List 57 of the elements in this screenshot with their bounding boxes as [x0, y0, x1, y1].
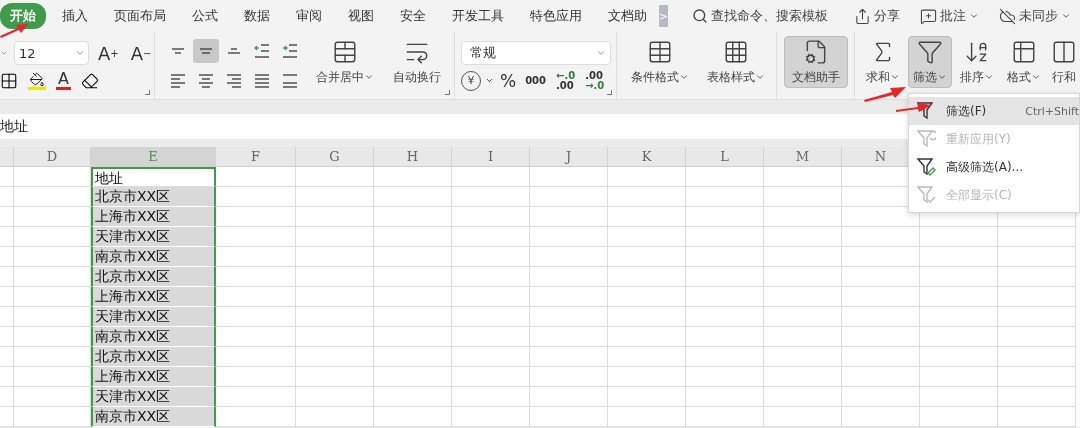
table-cell[interactable]: 北京市XX区 [91, 187, 216, 207]
ribbon-tab[interactable]: 审阅 [286, 3, 332, 29]
decrease-decimal-button[interactable]: .00 →.0 [582, 70, 608, 91]
sort-button[interactable]: 排序 [955, 36, 999, 88]
merge-button[interactable]: 合并居中 [313, 36, 377, 88]
table-cell[interactable]: 上海市XX区 [91, 207, 216, 227]
ribbon-tab[interactable]: 页面布局 [104, 3, 176, 29]
table-cell[interactable]: 天津市XX区 [91, 307, 216, 327]
format-button[interactable]: 格式 [1002, 36, 1046, 88]
formula-bar-value: 地址 [0, 117, 28, 136]
number-format-dropdown[interactable]: 常规 [461, 40, 611, 65]
ribbon-tab[interactable]: 视图 [338, 3, 384, 29]
table-cell[interactable]: 南京市XX区 [91, 247, 216, 267]
column-header[interactable]: F [216, 147, 296, 166]
table-style-button[interactable]: 表格样式 [701, 36, 771, 88]
table-cell[interactable]: 北京市XX区 [91, 267, 216, 287]
grow-font-button[interactable]: A$^{+}$ [95, 41, 122, 65]
table-cell[interactable]: 上海市XX区 [91, 367, 216, 387]
ribbon-tab[interactable]: 数据 [234, 3, 280, 29]
wrap-button[interactable]: 自动换行 [385, 36, 449, 88]
filter-button[interactable]: 筛选 [908, 36, 952, 88]
thousands-button[interactable]: 000 [522, 75, 550, 86]
conditional-button[interactable]: 条件格式 [625, 36, 695, 88]
command-search[interactable]: 查找命令、搜索模板 [692, 7, 829, 25]
column-header[interactable]: L [686, 147, 764, 166]
font-color-button[interactable]: A [56, 71, 71, 90]
column-header[interactable]: I [452, 147, 530, 166]
table-cell[interactable]: 南京市XX区 [91, 407, 216, 427]
rows-cols-button[interactable]: 行和 [1049, 36, 1079, 88]
ribbon-tab[interactable]: 安全 [390, 3, 436, 29]
table-cell[interactable]: 北京市XX区 [91, 347, 216, 367]
ribbon-tab[interactable]: 公式 [182, 3, 228, 29]
column-header[interactable]: G [296, 147, 374, 166]
table-cell[interactable]: 天津市XX区 [91, 227, 216, 247]
ribbon-tab[interactable]: 文档助 [598, 3, 657, 29]
table-cell[interactable]: 地址 [91, 167, 216, 187]
ribbon-tab[interactable]: 开始 [0, 3, 46, 29]
assistant-button[interactable]: 文档助手 [783, 36, 848, 88]
increase-decimal-button[interactable]: ←.0 .00 [553, 70, 579, 91]
column-header[interactable]: K [608, 147, 686, 166]
column-header[interactable]: H [374, 147, 452, 166]
menu-item[interactable]: 筛选(F) Ctrl+Shift [909, 97, 1079, 125]
sync-button[interactable]: 未同步 [999, 7, 1072, 25]
table-cell[interactable]: 天津市XX区 [91, 387, 216, 407]
table-cell[interactable]: 上海市XX区 [91, 287, 216, 307]
share-button[interactable]: 分享 [854, 7, 901, 25]
shrink-font-button[interactable]: A$^{−}$ [127, 41, 155, 65]
percent-button[interactable]: % [498, 70, 519, 91]
font-size-field[interactable]: 12 [14, 41, 89, 65]
ribbon-tab[interactable]: 开发工具 [442, 3, 514, 29]
table-cell[interactable]: 南京市XX区 [91, 327, 216, 347]
sum-button[interactable]: 求和 [861, 36, 905, 88]
comment-button[interactable]: 批注 [920, 7, 980, 25]
ribbon-tab[interactable]: 特色应用 [520, 3, 592, 29]
column-header[interactable]: M [764, 147, 842, 166]
ribbon-tab[interactable]: 插入 [52, 3, 98, 29]
column-header[interactable]: J [530, 147, 608, 166]
